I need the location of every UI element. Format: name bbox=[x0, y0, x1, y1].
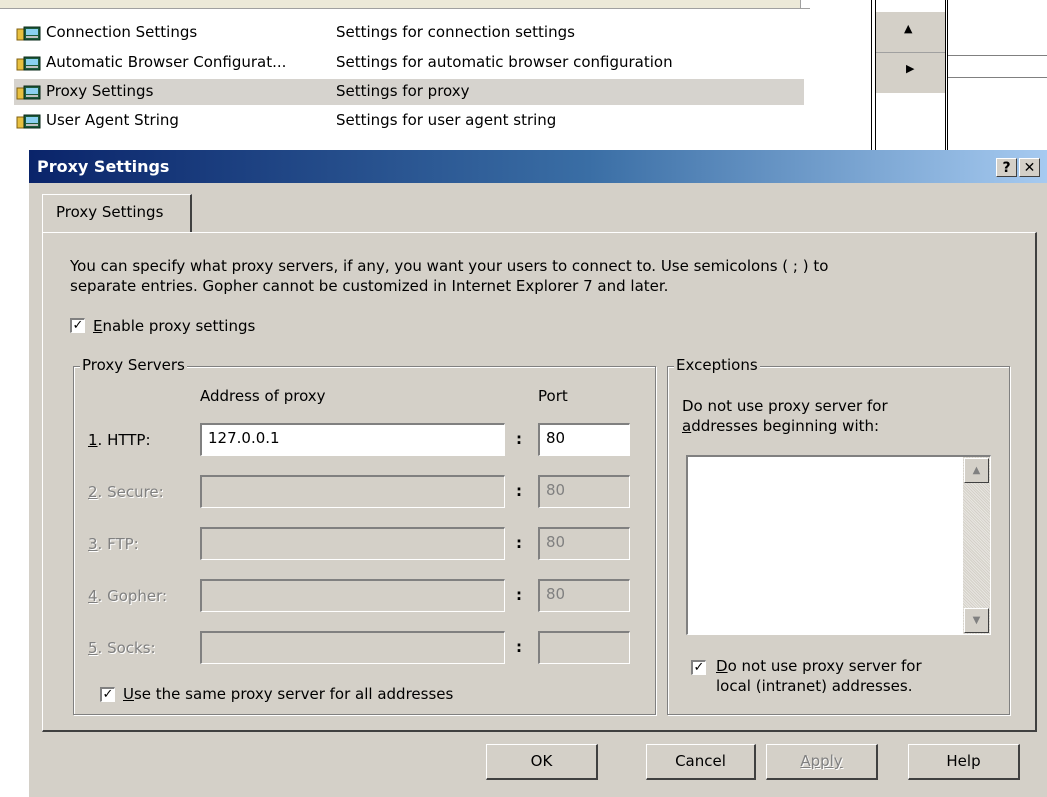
row-description: Settings for user agent string bbox=[336, 111, 557, 129]
right-arrow-icon: ▶ bbox=[906, 62, 915, 75]
right-pane: ▲ ▶ bbox=[865, 0, 1047, 150]
same-proxy-mnemonic: U bbox=[123, 685, 134, 703]
proxy-row-label: 4. Gopher: bbox=[88, 587, 167, 605]
title-bar[interactable]: Proxy Settings ? ✕ bbox=[29, 150, 1047, 183]
port-header: Port bbox=[538, 387, 568, 405]
list-row[interactable]: Proxy Settings Settings for proxy bbox=[14, 79, 804, 105]
policy-folder-icon bbox=[16, 85, 41, 100]
row-description: Settings for automatic browser configura… bbox=[336, 53, 673, 71]
list-row[interactable]: Connection Settings Settings for connecti… bbox=[14, 20, 804, 46]
port-separator: : bbox=[516, 534, 522, 552]
proxy-port-input[interactable]: 80 bbox=[538, 423, 630, 456]
enable-proxy-label[interactable]: Enable proxy settings bbox=[93, 317, 255, 335]
port-separator: : bbox=[516, 482, 522, 500]
tab-proxy-settings[interactable]: Proxy Settings bbox=[42, 194, 192, 232]
port-separator: : bbox=[516, 586, 522, 604]
local-bypass-text: o not use proxy server for bbox=[727, 657, 922, 675]
close-button[interactable]: ✕ bbox=[1019, 158, 1040, 177]
scroll-up-button[interactable]: ▲ bbox=[964, 458, 989, 483]
scroll-down-button[interactable]: ▼ bbox=[964, 608, 989, 633]
row-description: Settings for connection settings bbox=[336, 23, 575, 41]
proxy-servers-title: Proxy Servers bbox=[80, 356, 187, 374]
expand-row[interactable]: ▶ bbox=[876, 53, 945, 93]
proxy-row-mnemonic: 1 bbox=[88, 431, 98, 449]
proxy-row-label: 1. HTTP: bbox=[88, 431, 151, 449]
local-bypass-mnemonic: D bbox=[716, 657, 728, 675]
local-bypass-label-2[interactable]: local (intranet) addresses. bbox=[716, 677, 912, 695]
proxy-settings-dialog: Proxy Settings ? ✕ Proxy Settings You ca… bbox=[29, 150, 1047, 797]
close-icon: ✕ bbox=[1023, 160, 1036, 176]
scroll-down-icon: ▼ bbox=[972, 615, 981, 626]
exceptions-textarea[interactable]: ▲ ▼ bbox=[686, 455, 991, 635]
proxy-row-text: . FTP: bbox=[97, 535, 139, 553]
list-row[interactable]: Automatic Browser Configurat... Settings … bbox=[14, 50, 804, 76]
proxy-row-mnemonic: 5 bbox=[88, 639, 98, 657]
local-bypass-checkbox[interactable]: ✓ bbox=[691, 660, 706, 675]
exceptions-line-2: addresses beginning with: bbox=[682, 417, 879, 435]
port-separator: : bbox=[516, 638, 522, 656]
proxy-row-label: 2. Secure: bbox=[88, 483, 164, 501]
local-bypass-label-1[interactable]: Do not use proxy server for bbox=[716, 657, 922, 675]
proxy-address-input[interactable] bbox=[200, 475, 505, 508]
row-name: Automatic Browser Configurat... bbox=[46, 53, 287, 71]
proxy-row-label: 5. Socks: bbox=[88, 639, 156, 657]
apply-label: Apply bbox=[800, 752, 843, 770]
proxy-row-mnemonic: 2 bbox=[88, 483, 98, 501]
row-description: Settings for proxy bbox=[336, 82, 470, 100]
port-separator: : bbox=[516, 430, 522, 448]
row-name: Proxy Settings bbox=[46, 82, 154, 100]
proxy-servers-group: Proxy Servers Address of proxy Port 1. H… bbox=[73, 356, 656, 715]
exceptions-line-1: Do not use proxy server for bbox=[682, 397, 888, 415]
proxy-row-mnemonic: 4 bbox=[88, 587, 98, 605]
column-header-description[interactable] bbox=[322, 0, 801, 8]
scroll-up-icon: ▲ bbox=[972, 465, 981, 476]
proxy-address-input[interactable]: 127.0.0.1 bbox=[200, 423, 505, 456]
help-title-button[interactable]: ? bbox=[996, 158, 1017, 177]
same-proxy-text: se the same proxy server for all address… bbox=[133, 685, 454, 703]
ok-button[interactable]: OK bbox=[486, 744, 598, 780]
row-name: User Agent String bbox=[46, 111, 179, 129]
dialog-title: Proxy Settings bbox=[37, 157, 170, 176]
proxy-row-text: . HTTP: bbox=[97, 431, 151, 449]
proxy-row-text: . Secure: bbox=[97, 483, 164, 501]
same-proxy-label[interactable]: Use the same proxy server for all addres… bbox=[123, 685, 453, 703]
enable-proxy-checkbox[interactable]: ✓ bbox=[70, 318, 85, 333]
proxy-row-label: 3. FTP: bbox=[88, 535, 139, 553]
proxy-port-input[interactable] bbox=[538, 631, 630, 664]
proxy-address-input[interactable] bbox=[200, 631, 505, 664]
exceptions-line-2-text: ddresses beginning with: bbox=[691, 417, 880, 435]
cancel-button[interactable]: Cancel bbox=[646, 744, 756, 780]
proxy-port-input[interactable]: 80 bbox=[538, 475, 630, 508]
row-name: Connection Settings bbox=[46, 23, 198, 41]
exceptions-title: Exceptions bbox=[674, 356, 760, 374]
enable-proxy-text: nable proxy settings bbox=[102, 317, 256, 335]
proxy-row-mnemonic: 3 bbox=[88, 535, 98, 553]
tab-panel: You can specify what proxy servers, if a… bbox=[42, 232, 1037, 732]
up-arrow-icon: ▲ bbox=[904, 22, 913, 35]
proxy-row-text: . Socks: bbox=[97, 639, 156, 657]
description-line-1: You can specify what proxy servers, if a… bbox=[70, 257, 829, 275]
apply-button[interactable]: Apply bbox=[766, 744, 878, 780]
description-line-2: separate entries. Gopher cannot be custo… bbox=[70, 277, 669, 295]
help-button[interactable]: Help bbox=[908, 744, 1020, 780]
list-header bbox=[0, 0, 810, 9]
exceptions-scrollbar[interactable]: ▲ ▼ bbox=[963, 457, 990, 634]
list-row[interactable]: User Agent String Settings for user agent… bbox=[14, 108, 804, 134]
address-header: Address of proxy bbox=[200, 387, 326, 405]
up-row[interactable]: ▲ bbox=[876, 12, 945, 53]
policy-folder-icon bbox=[16, 56, 41, 71]
column-header-name[interactable] bbox=[0, 0, 323, 8]
proxy-port-input[interactable]: 80 bbox=[538, 527, 630, 560]
policy-folder-icon bbox=[16, 26, 41, 41]
same-proxy-checkbox[interactable]: ✓ bbox=[100, 687, 115, 702]
proxy-port-input[interactable]: 80 bbox=[538, 579, 630, 612]
policy-folder-icon bbox=[16, 114, 41, 129]
settings-list: Connection Settings Settings for connecti… bbox=[0, 0, 865, 150]
proxy-row-text: . Gopher: bbox=[97, 587, 168, 605]
tab-label: Proxy Settings bbox=[56, 203, 164, 221]
proxy-address-input[interactable] bbox=[200, 527, 505, 560]
proxy-address-input[interactable] bbox=[200, 579, 505, 612]
exceptions-mnemonic: a bbox=[682, 417, 692, 435]
exceptions-group: Exceptions Do not use proxy server for a… bbox=[667, 356, 1010, 715]
